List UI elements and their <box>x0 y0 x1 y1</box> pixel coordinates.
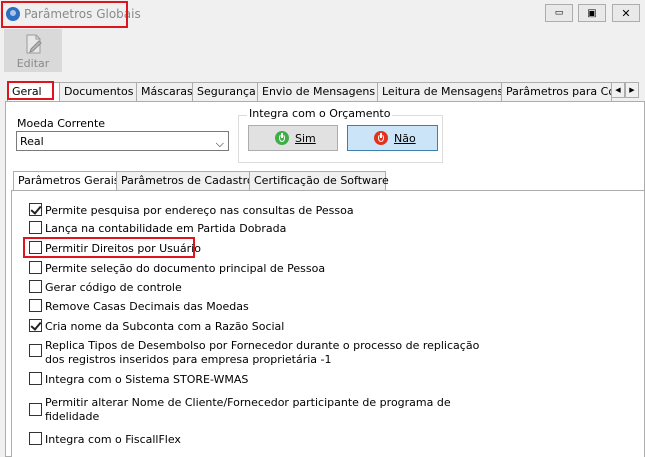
edit-label: Editar <box>16 57 50 70</box>
checkbox[interactable] <box>29 319 42 332</box>
option-label: Cria nome da Subconta com a Razão Social <box>45 320 285 333</box>
tab-envio-mensagens[interactable]: Envio de Mensagens <box>257 82 378 102</box>
option-label-line2: dos registros inseridos para empresa pro… <box>45 353 332 366</box>
tab-label: Parâmetros para Co <box>506 85 612 98</box>
option-label-line2: fidelidade <box>45 410 100 423</box>
close-icon: ✕ <box>621 6 631 20</box>
edit-document-icon <box>26 34 42 54</box>
checkbox[interactable] <box>29 203 42 216</box>
option-label: Replica Tipos de Desembolso por Forneced… <box>45 339 480 352</box>
checkbox[interactable] <box>29 344 42 357</box>
currency-select[interactable]: Real ⌵ <box>16 131 229 151</box>
yes-label: Sim <box>295 131 316 145</box>
yes-button[interactable]: Sim <box>248 125 338 151</box>
option-label: Permite seleção do documento principal d… <box>45 262 326 275</box>
checkbox[interactable] <box>29 221 42 234</box>
subtab-label: Parâmetros Gerais <box>18 174 120 187</box>
title-bar: Parâmetros Globais ▭ ▣ ✕ <box>0 0 645 29</box>
tab-scroll-right[interactable]: ▶ <box>625 82 639 98</box>
highlight-geral-tab <box>7 81 54 100</box>
checkbox[interactable] <box>29 403 42 416</box>
checkbox[interactable] <box>29 261 42 274</box>
restore-button[interactable]: ▣ <box>578 4 606 22</box>
toolbar <box>0 29 645 77</box>
edit-button[interactable]: Editar <box>4 29 62 72</box>
tab-label: Documentos <box>64 85 134 98</box>
no-label: Não <box>394 131 416 145</box>
option-label: Integra com o Sistema STORE-WMAS <box>45 373 249 386</box>
tab-label: Segurança <box>197 85 256 98</box>
tab-seguranca[interactable]: Segurança <box>192 82 258 102</box>
option-label: Permite pesquisa por endereço nas consul… <box>45 204 354 217</box>
highlight-direitos-usuario <box>23 237 195 258</box>
tab-label: Envio de Mensagens <box>262 85 376 98</box>
main-tabs: Geral Documentos Máscaras Segurança Envi… <box>5 82 645 103</box>
option-label: Remove Casas Decimais das Moedas <box>45 300 249 313</box>
tab-scroll-left[interactable]: ◀ <box>611 82 625 98</box>
checkbox[interactable] <box>29 280 42 293</box>
currency-value: Real <box>20 135 44 148</box>
subtab-label: Certificação de Software <box>254 174 389 187</box>
restore-icon: ▣ <box>587 7 597 19</box>
no-button[interactable]: Não <box>347 125 438 151</box>
tab-leitura-mensagens[interactable]: Leitura de Mensagens <box>377 82 504 102</box>
close-button[interactable]: ✕ <box>612 4 640 22</box>
budget-group-title: Integra com o Orçamento <box>247 107 393 120</box>
checkbox[interactable] <box>29 372 42 385</box>
minimize-icon: ▭ <box>554 8 564 18</box>
checkbox[interactable] <box>29 299 42 312</box>
tab-mascaras[interactable]: Máscaras <box>136 82 193 102</box>
tab-label: Leitura de Mensagens <box>382 85 504 98</box>
power-icon <box>275 131 289 145</box>
option-label: Permitir alterar Nome de Cliente/Fornece… <box>45 396 451 409</box>
option-label: Gerar código de controle <box>45 281 182 294</box>
tab-label: Máscaras <box>141 85 193 98</box>
tab-documentos[interactable]: Documentos <box>59 82 137 102</box>
option-label: Lança na contabilidade em Partida Dobrad… <box>45 222 287 235</box>
subtab-label: Parâmetros de Cadastro <box>121 174 254 187</box>
subtab-certificacao[interactable]: Certificação de Software <box>249 171 389 191</box>
currency-label: Moeda Corrente <box>17 117 106 130</box>
option-label: Integra com o FiscallFlex <box>45 433 181 446</box>
power-icon <box>374 131 388 145</box>
subtab-parametros-gerais[interactable]: Parâmetros Gerais <box>13 171 120 192</box>
chevron-down-icon: ⌵ <box>215 137 224 150</box>
subtab-parametros-cadastro[interactable]: Parâmetros de Cadastro <box>116 171 254 191</box>
checkbox[interactable] <box>29 432 42 445</box>
minimize-button[interactable]: ▭ <box>545 4 573 22</box>
highlight-title <box>1 1 128 28</box>
arrow-left-icon: ◀ <box>615 86 621 94</box>
arrow-right-icon: ▶ <box>629 86 635 94</box>
tab-parametros-para[interactable]: Parâmetros para Co <box>501 82 612 102</box>
